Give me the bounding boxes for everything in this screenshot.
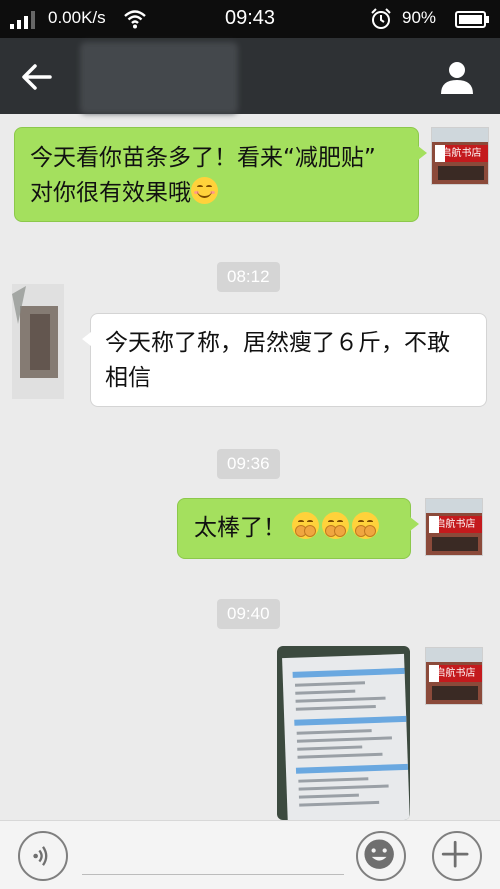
status-bar: 0.00K/s 09:43 90% [0,0,500,38]
message-text: 太棒了！ [194,515,286,541]
message-bubble[interactable]: 今天看你苗条多了！看来“减肥贴” 对你很有效果哦 [14,127,427,222]
message-text: 相信 [105,365,151,391]
plus-icon [441,840,469,868]
input-bar [0,820,500,889]
battery-percent: 90% [402,8,437,27]
person-icon[interactable] [438,58,476,96]
clap-emoji-icon [322,512,349,539]
plus-button[interactable] [432,831,482,881]
voice-icon [33,846,48,866]
clap-emoji-icon [292,512,319,539]
smile-emoji-icon [191,177,218,204]
emoji-icon [364,839,394,869]
message-bubble[interactable]: 今天称了称，居然瘦了６斤，不敢 相信 [82,313,487,407]
my-avatar[interactable]: 启航书店 [425,647,483,705]
emoji-button[interactable] [356,831,406,881]
timestamp: 09:40 [217,599,280,629]
arrow-left-icon[interactable] [20,60,54,94]
chat-area[interactable]: 今天看你苗条多了！看来“减肥贴” 对你很有效果哦 启航书店 08:12 今天称了… [0,114,500,820]
timestamp: 09:36 [217,449,280,479]
friend-avatar[interactable] [8,284,70,399]
clap-emoji-icon [352,512,379,539]
message-input[interactable] [82,835,344,875]
message-text: 今天看你苗条多了！看来“减肥贴” [30,145,376,171]
image-message[interactable] [277,646,410,820]
my-avatar[interactable]: 启航书店 [431,127,489,185]
timestamp: 08:12 [217,262,280,292]
battery-icon [455,11,489,28]
chat-header [0,38,500,114]
alarm-icon [371,8,391,29]
my-avatar[interactable]: 启航书店 [425,498,483,556]
message-bubble[interactable]: 太棒了！ [177,498,419,559]
blurred-contact-name [80,42,238,114]
message-text: 对你很有效果哦 [30,176,403,211]
message-text: 今天称了称，居然瘦了６斤，不敢 [105,330,450,356]
voice-button[interactable] [18,831,68,881]
